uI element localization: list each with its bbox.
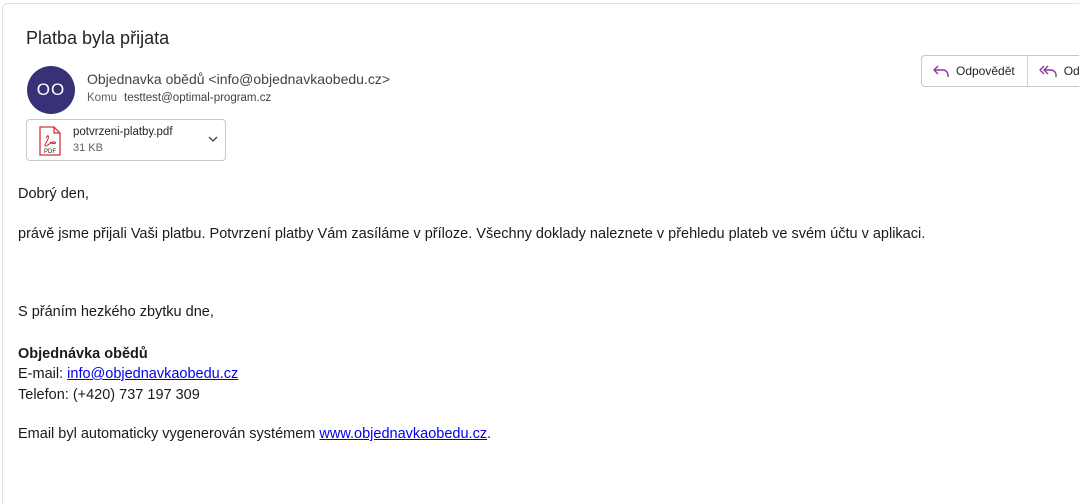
reply-button[interactable]: Odpovědět (922, 56, 1027, 86)
reply-actions: Odpovědět Od (921, 55, 1079, 87)
pdf-icon-label: PDF (44, 149, 56, 155)
greeting-text: Dobrý den, (18, 186, 89, 202)
reply-icon (933, 65, 949, 77)
attachment-filename: potvrzeni-platby.pdf (73, 126, 173, 138)
closing-text: S přáním hezkého zbytku dne, (18, 304, 214, 320)
signature-email-line: E-mail: info@objednavkaobedu.cz (18, 364, 925, 385)
attachment-size: 31 KB (73, 142, 103, 154)
reply-all-button[interactable]: Od (1026, 56, 1079, 86)
attachment-card[interactable]: PDF potvrzeni-platby.pdf 31 KB (26, 119, 226, 161)
reply-all-label: Od (1063, 64, 1079, 78)
signature-phone: Telefon: (+420) 737 197 309 (18, 386, 200, 403)
to-label: Komu (87, 92, 118, 104)
footer-text: Email byl automaticky vygenerován systém… (18, 426, 320, 442)
message-text: právě jsme přijali Vaši platbu. Potvrzen… (18, 225, 926, 242)
signature-name: Objednávka obědů (18, 345, 148, 362)
recipient-address[interactable]: testtest@optimal-program.cz (124, 92, 271, 104)
sender-field[interactable]: Objednavka obědů <info@objednavkaobedu.c… (87, 71, 390, 87)
recipient-line: Komu testtest@optimal-program.cz (87, 92, 271, 104)
email-label: E-mail: (18, 366, 68, 382)
chevron-down-icon[interactable] (207, 133, 219, 145)
email-body: Dobrý den, právě jsme přijali Vaši platb… (18, 184, 925, 445)
pdf-file-icon: PDF (39, 126, 61, 156)
footer-line: Email byl automaticky vygenerován systém… (18, 424, 925, 445)
sender-avatar[interactable]: OO (27, 66, 75, 114)
email-link[interactable]: info@objednavkaobedu.cz (67, 366, 238, 382)
footer-end: . (487, 426, 492, 442)
reply-label: Odpovědět (956, 64, 1015, 78)
website-link[interactable]: www.objednavkaobedu.cz (319, 426, 487, 442)
email-subject: Platba byla přijata (26, 28, 170, 48)
reply-all-icon (1039, 65, 1057, 77)
